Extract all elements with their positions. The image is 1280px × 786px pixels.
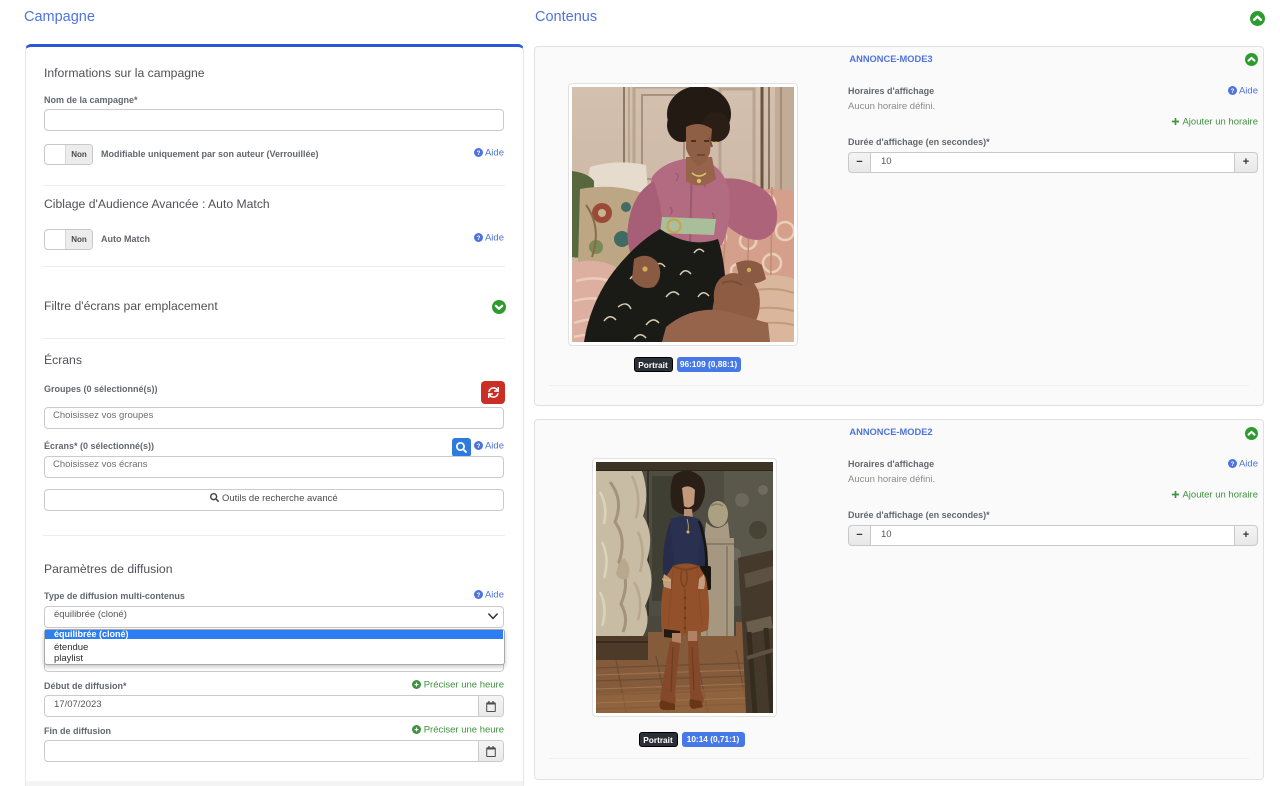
- svg-text:?: ?: [476, 150, 480, 157]
- svg-text:?: ?: [476, 442, 480, 449]
- svg-text:?: ?: [476, 235, 480, 242]
- svg-text:?: ?: [1230, 461, 1234, 468]
- svg-text:?: ?: [476, 592, 480, 599]
- svg-text:?: ?: [1230, 88, 1234, 95]
